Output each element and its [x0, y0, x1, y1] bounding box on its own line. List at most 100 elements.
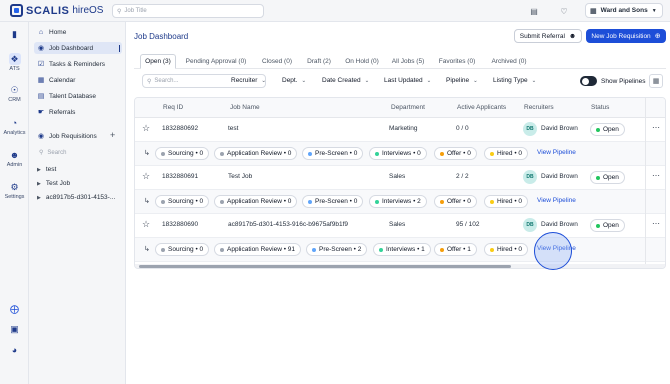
- column-header[interactable]: Job Name: [230, 104, 260, 111]
- show-pipelines-toggle-group[interactable]: Show Pipelines: [580, 74, 645, 88]
- job-name[interactable]: Test Job: [228, 173, 252, 180]
- tab-archived[interactable]: Archived (0): [486, 54, 532, 69]
- tab-pending-approval[interactable]: Pending Approval (0): [180, 54, 252, 69]
- tab-open[interactable]: Open (3): [140, 54, 176, 69]
- scrollbar-thumb[interactable]: [139, 265, 511, 268]
- requisition-item[interactable]: ▶ test: [37, 166, 56, 173]
- rail-settings[interactable]: ⚙ Settings: [0, 181, 29, 201]
- crm-icon: ☉: [10, 84, 19, 95]
- sidebar-search-input[interactable]: ⚲ Search: [35, 146, 121, 159]
- column-header[interactable]: Req ID: [163, 104, 183, 111]
- active-applicants: 95 / 102: [456, 221, 480, 228]
- table-row[interactable]: ☆ 1832880691 Test Job Sales 2 / 2 DB Dav…: [135, 166, 665, 190]
- status-badge[interactable]: Open: [590, 123, 625, 136]
- stage-label: Sourcing • 0: [168, 246, 204, 253]
- sidebar-item-job-dashboard[interactable]: ◉ Job Dashboard: [34, 42, 122, 54]
- rail-bookmark[interactable]: ▮: [0, 28, 29, 40]
- stage-chip-pre-screen[interactable]: Pre-Screen • 0: [302, 147, 364, 160]
- show-pipelines-toggle[interactable]: [580, 76, 597, 86]
- stage-chip-hired[interactable]: Hired • 0: [484, 243, 529, 256]
- icon-rail: ▮ ❖ ATS ☉ CRM ◔ Analytics ☻ Admin ⚙ Sett…: [0, 22, 29, 384]
- chat-icon[interactable]: ▤: [527, 4, 541, 18]
- column-header[interactable]: Status: [591, 104, 609, 111]
- tab-on-hold[interactable]: On Hold (0): [340, 54, 384, 69]
- add-icon[interactable]: ⨁: [0, 303, 29, 315]
- pipeline-row: ↳ Sourcing • 0 Application Review • 0 Pr…: [135, 142, 665, 166]
- stage-dot: [220, 247, 224, 252]
- search-placeholder: Search: [47, 149, 67, 156]
- stage-dot: [375, 199, 379, 204]
- last-updated-filter[interactable]: Last Updated ⌄: [384, 77, 431, 84]
- star-icon[interactable]: ☆: [142, 123, 150, 134]
- stage-chip-offer[interactable]: Offer • 0: [434, 195, 477, 208]
- dept-filter[interactable]: Dept. ⌄: [282, 77, 306, 84]
- stage-chip-sourcing[interactable]: Sourcing • 0: [155, 147, 210, 160]
- tab-favorites[interactable]: Favorites (0): [432, 54, 482, 69]
- tab-closed[interactable]: Closed (0): [256, 54, 298, 69]
- stage-chip-interviews[interactable]: Interviews • 2: [369, 195, 427, 208]
- submit-referral-button[interactable]: Submit Referral ☻: [514, 29, 582, 43]
- stage-chip-interviews[interactable]: Interviews • 0: [369, 147, 427, 160]
- recruiter-filter[interactable]: Recruiter ⌄: [231, 77, 266, 84]
- chevron-down-icon: ⌄: [261, 77, 266, 84]
- status-badge[interactable]: Open: [590, 219, 625, 232]
- rail-ats[interactable]: ❖ ATS: [0, 53, 29, 72]
- date-created-filter[interactable]: Date Created ⌄: [322, 77, 369, 84]
- view-pipeline-link[interactable]: View Pipeline: [537, 149, 576, 156]
- new-job-requisition-button[interactable]: New Job Requisition ⊕: [586, 29, 666, 43]
- company-name: Ward and Sons: [600, 7, 648, 14]
- column-header[interactable]: Active Applicants: [457, 104, 506, 111]
- listing-type-filter[interactable]: Listing Type ⌄: [493, 77, 536, 84]
- edge-icon[interactable]: ◕: [0, 344, 29, 356]
- requisition-item[interactable]: ▶ Test Job: [37, 180, 70, 187]
- table-row[interactable]: ☆ 1832880692 test Marketing 0 / 0 DB Dav…: [135, 118, 665, 142]
- rail-crm[interactable]: ☉ CRM: [0, 84, 29, 104]
- stage-chip-pre-screen[interactable]: Pre-Screen • 0: [302, 195, 364, 208]
- sidebar-item-referrals[interactable]: ☛ Referrals: [34, 106, 122, 118]
- stage-chip-hired[interactable]: Hired • 0: [484, 147, 529, 160]
- recruiter-name: David Brown: [541, 125, 578, 132]
- column-header[interactable]: Department: [391, 104, 425, 111]
- job-name[interactable]: test: [228, 125, 238, 132]
- sidebar-item-talent-database[interactable]: ▤ Talent Database: [34, 90, 122, 102]
- stage-chip-sourcing[interactable]: Sourcing • 0: [155, 195, 210, 208]
- stage-chip-pre-screen[interactable]: Pre-Screen • 2: [306, 243, 368, 256]
- job-title-search-input[interactable]: ⚲ Job Title: [112, 4, 264, 18]
- stage-chip-sourcing[interactable]: Sourcing • 0: [155, 243, 210, 256]
- stage-chip-offer[interactable]: Offer • 1: [434, 243, 477, 256]
- pipeline-filter[interactable]: Pipeline ⌄: [446, 77, 478, 84]
- requisition-item[interactable]: ▶ ac8917b5-d301-4153-...: [37, 194, 115, 201]
- sidebar-item-calendar[interactable]: ▦ Calendar: [34, 74, 122, 86]
- sidebar-item-tasks[interactable]: ☑ Tasks & Reminders: [34, 58, 122, 70]
- star-icon[interactable]: ☆: [142, 219, 150, 230]
- status-badge[interactable]: Open: [590, 171, 625, 184]
- department: Sales: [389, 221, 406, 228]
- tab-all-jobs[interactable]: All Jobs (5): [388, 54, 428, 69]
- rail-admin[interactable]: ☻ Admin: [0, 149, 29, 168]
- calendar-view-icon[interactable]: ▦: [649, 74, 663, 88]
- sidebar-item-home[interactable]: ⌂ Home: [34, 26, 122, 38]
- tab-draft[interactable]: Draft (2): [302, 54, 336, 69]
- stage-chip-application-review[interactable]: Application Review • 91: [214, 243, 302, 256]
- bell-icon[interactable]: ♡: [557, 4, 571, 18]
- stage-chip-application-review[interactable]: Application Review • 0: [214, 195, 298, 208]
- pipeline-row: ↳ Sourcing • 0 Application Review • 91 P…: [135, 238, 665, 262]
- view-pipeline-link[interactable]: View Pipeline: [537, 197, 576, 204]
- job-name[interactable]: ac8917b5-d301-4153-916c-b9675af9b1f9: [228, 221, 348, 228]
- company-selector[interactable]: ▦ Ward and Sons ▼: [585, 3, 663, 18]
- chevron-down-icon: ⌄: [473, 77, 478, 84]
- rail-analytics[interactable]: ◔ Analytics: [0, 117, 29, 136]
- table-row[interactable]: ☆ 1832880690 ac8917b5-d301-4153-916c-b96…: [135, 214, 665, 238]
- logo[interactable]: SCALIS hireOS: [10, 4, 103, 17]
- job-requisitions-header[interactable]: ◉ Job Requisitions: [34, 130, 122, 142]
- contacts-icon[interactable]: ▣: [0, 323, 29, 335]
- stage-chip-hired[interactable]: Hired • 0: [484, 195, 529, 208]
- analytics-icon: ◔: [11, 118, 18, 128]
- star-icon[interactable]: ☆: [142, 171, 150, 182]
- column-header[interactable]: Recruiters: [524, 104, 554, 111]
- horizontal-scrollbar[interactable]: [135, 264, 665, 268]
- stage-chip-offer[interactable]: Offer • 0: [434, 147, 477, 160]
- stage-chip-application-review[interactable]: Application Review • 0: [214, 147, 298, 160]
- add-requisition-icon[interactable]: +: [110, 130, 115, 140]
- stage-chip-interviews[interactable]: Interviews • 1: [373, 243, 431, 256]
